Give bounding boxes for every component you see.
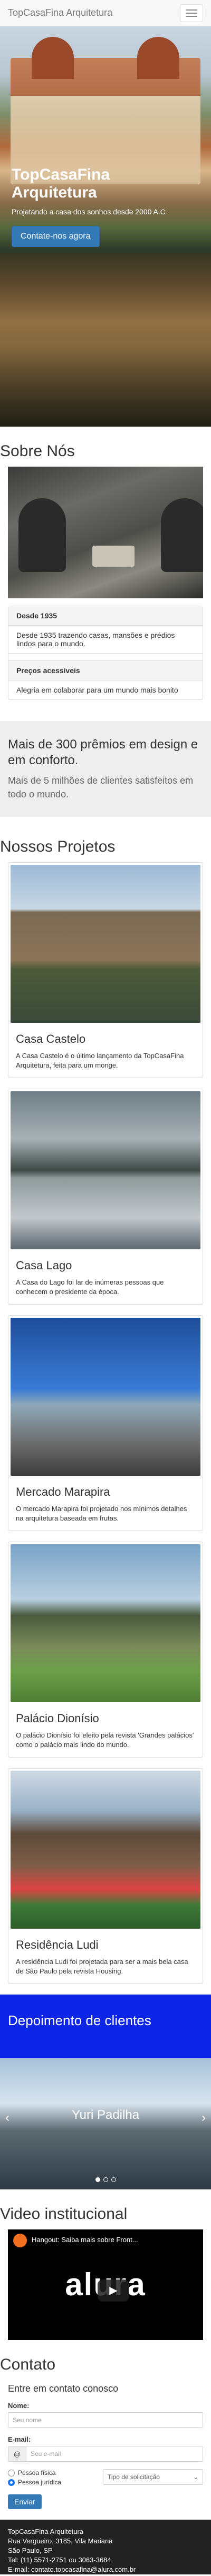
video-player-title[interactable]: Hangout: Saiba mais sobre Front... bbox=[32, 2236, 198, 2244]
footer: TopCasaFina Arquitetura Rua Vergueiro, 3… bbox=[0, 2520, 211, 2574]
hamburger-icon-bar bbox=[186, 9, 197, 11]
project-name: Residência Ludi bbox=[16, 1938, 99, 1951]
hero-caption: TopCasaFina Arquitetura Projetando a cas… bbox=[12, 166, 175, 247]
project-description: O palácio Dionísio foi eleito pela revis… bbox=[16, 1731, 194, 1749]
list-item-heading: Desde 1935 bbox=[8, 606, 203, 626]
radio-label: Pessoa física bbox=[18, 2469, 56, 2476]
hero-tower-image bbox=[32, 37, 74, 79]
project-photo bbox=[11, 1318, 200, 1476]
list-divider bbox=[8, 654, 203, 661]
list-item: Desde 1935 trazendo casas, mansões e pré… bbox=[8, 626, 203, 654]
project-name: Palácio Dionísio bbox=[16, 1712, 99, 1725]
awards-jumbotron: Mais de 300 prêmios em design e em confo… bbox=[0, 721, 211, 817]
awards-text: Mais de 5 milhões de clientes satisfeito… bbox=[8, 775, 194, 800]
radio-pessoa-fisica[interactable]: Pessoa física bbox=[8, 2469, 61, 2476]
play-icon[interactable]: ▶ bbox=[98, 2279, 129, 2302]
testimonials-banner: Depoimento de clientes bbox=[0, 1995, 211, 2058]
brand-link[interactable]: TopCasaFina Arquitetura bbox=[8, 7, 112, 18]
radio-pessoa-juridica[interactable]: Pessoa jurídica bbox=[8, 2479, 61, 2486]
contact-form: Entre em contato conosco Nome: Seu nome … bbox=[0, 2383, 211, 2520]
project-name: Casa Lago bbox=[16, 1259, 72, 1272]
project-name: Mercado Marapira bbox=[16, 1485, 110, 1498]
about-list: Desde 1935 Desde 1935 trazendo casas, ma… bbox=[8, 606, 203, 700]
channel-avatar-icon bbox=[13, 2234, 27, 2247]
contact-subtitle: Entre em contato conosco bbox=[8, 2383, 119, 2394]
name-label: Nome: bbox=[8, 2402, 30, 2410]
radio-circle-icon bbox=[8, 2469, 15, 2476]
testimonials-title: Depoimento de clientes bbox=[8, 2012, 151, 2028]
chair-image bbox=[161, 498, 203, 572]
contact-cta-button[interactable]: Contate-nos agora bbox=[12, 226, 100, 247]
project-photo bbox=[11, 1091, 200, 1249]
project-card: Mercado Marapira O mercado Marapira foi … bbox=[8, 1315, 203, 1531]
list-item: Alegria em colaborar para um mundo mais … bbox=[16, 686, 178, 694]
contact-title: Contato bbox=[0, 2356, 56, 2373]
carousel-dot[interactable] bbox=[111, 2177, 116, 2182]
hero-lake-image bbox=[0, 253, 211, 427]
carousel-indicators bbox=[0, 2177, 211, 2182]
hamburger-icon-bar bbox=[186, 12, 197, 14]
table-image bbox=[92, 546, 135, 567]
chevron-down-icon: ⌄ bbox=[193, 2473, 198, 2481]
hero-banner: TopCasaFina Arquitetura Projetando a cas… bbox=[0, 26, 211, 427]
carousel-slide-caption: Yuri Padilha bbox=[71, 2108, 140, 2122]
project-description: A Casa do Lago foi lar de inúmeras pesso… bbox=[16, 1278, 164, 1296]
video-title: Video institucional bbox=[0, 2205, 128, 2223]
footer-line: São Paulo, SP bbox=[8, 2547, 53, 2554]
carousel-dot[interactable] bbox=[95, 2177, 100, 2182]
send-button[interactable]: Enviar bbox=[8, 2494, 42, 2509]
chair-image bbox=[18, 498, 66, 572]
footer-line: E-mail: contato.topcasafina@alura.com.br bbox=[8, 2565, 136, 2573]
project-description: A Casa Castelo é o último lançamento da … bbox=[16, 1052, 184, 1069]
email-label: E-mail: bbox=[8, 2435, 31, 2443]
project-photo bbox=[11, 865, 200, 1023]
email-input-group: @ Seu e-mail bbox=[8, 2446, 203, 2462]
navbar: TopCasaFina Arquitetura bbox=[0, 0, 211, 26]
hero-subtitle: Projetando a casa dos sonhos desde 2000 … bbox=[12, 208, 166, 216]
radio-checked-icon bbox=[8, 2479, 15, 2486]
projects-title: Nossos Projetos bbox=[0, 838, 116, 855]
request-type-select[interactable]: Tipo de solicitação ⌄ bbox=[103, 2469, 203, 2485]
hero-tower-image bbox=[137, 37, 179, 79]
radio-label: Pessoa jurídica bbox=[18, 2479, 62, 2486]
project-card: Residência Ludi A residência Ludi foi pr… bbox=[8, 1768, 203, 1984]
testimonials-carousel: ‹ Yuri Padilha › bbox=[0, 2058, 211, 2189]
project-card: Palácio Dionísio O palácio Dionísio foi … bbox=[8, 1542, 203, 1758]
project-card: Casa Castelo A Casa Castelo é o último l… bbox=[8, 862, 203, 1078]
project-photo bbox=[11, 1544, 200, 1702]
footer-line: Rua Vergueiro, 3185, Vila Mariana bbox=[8, 2537, 113, 2545]
hamburger-icon-bar bbox=[186, 15, 197, 17]
list-item-heading: Preços acessíveis bbox=[8, 661, 203, 680]
project-photo bbox=[11, 1771, 200, 1929]
project-description: O mercado Marapira foi projetado nos mín… bbox=[16, 1505, 187, 1522]
select-value: Tipo de solicitação bbox=[108, 2473, 160, 2481]
email-input[interactable]: Seu e-mail bbox=[26, 2446, 203, 2461]
awards-title: Mais de 300 prêmios em design e em confo… bbox=[8, 737, 198, 767]
about-title: Sobre Nós bbox=[0, 442, 75, 460]
project-description: A residência Ludi foi projetada para ser… bbox=[16, 1958, 188, 1975]
hero-title: TopCasaFina Arquitetura bbox=[12, 166, 110, 201]
footer-line: Tel: (11) 5571-2751 ou 3063-3684 bbox=[8, 2556, 111, 2564]
name-input[interactable]: Seu nome bbox=[8, 2412, 203, 2428]
carousel-next-icon[interactable]: › bbox=[202, 2110, 206, 2125]
video-player[interactable]: Hangout: Saiba mais sobre Front... alura… bbox=[8, 2229, 203, 2340]
about-office-image bbox=[8, 467, 203, 598]
project-name: Casa Castelo bbox=[16, 1032, 86, 1045]
at-icon: @ bbox=[8, 2446, 26, 2461]
footer-line: TopCasaFina Arquitetura bbox=[8, 2528, 84, 2535]
menu-toggle-button[interactable] bbox=[180, 4, 203, 22]
project-card: Casa Lago A Casa do Lago foi lar de inúm… bbox=[8, 1089, 203, 1305]
carousel-dot[interactable] bbox=[103, 2177, 108, 2182]
